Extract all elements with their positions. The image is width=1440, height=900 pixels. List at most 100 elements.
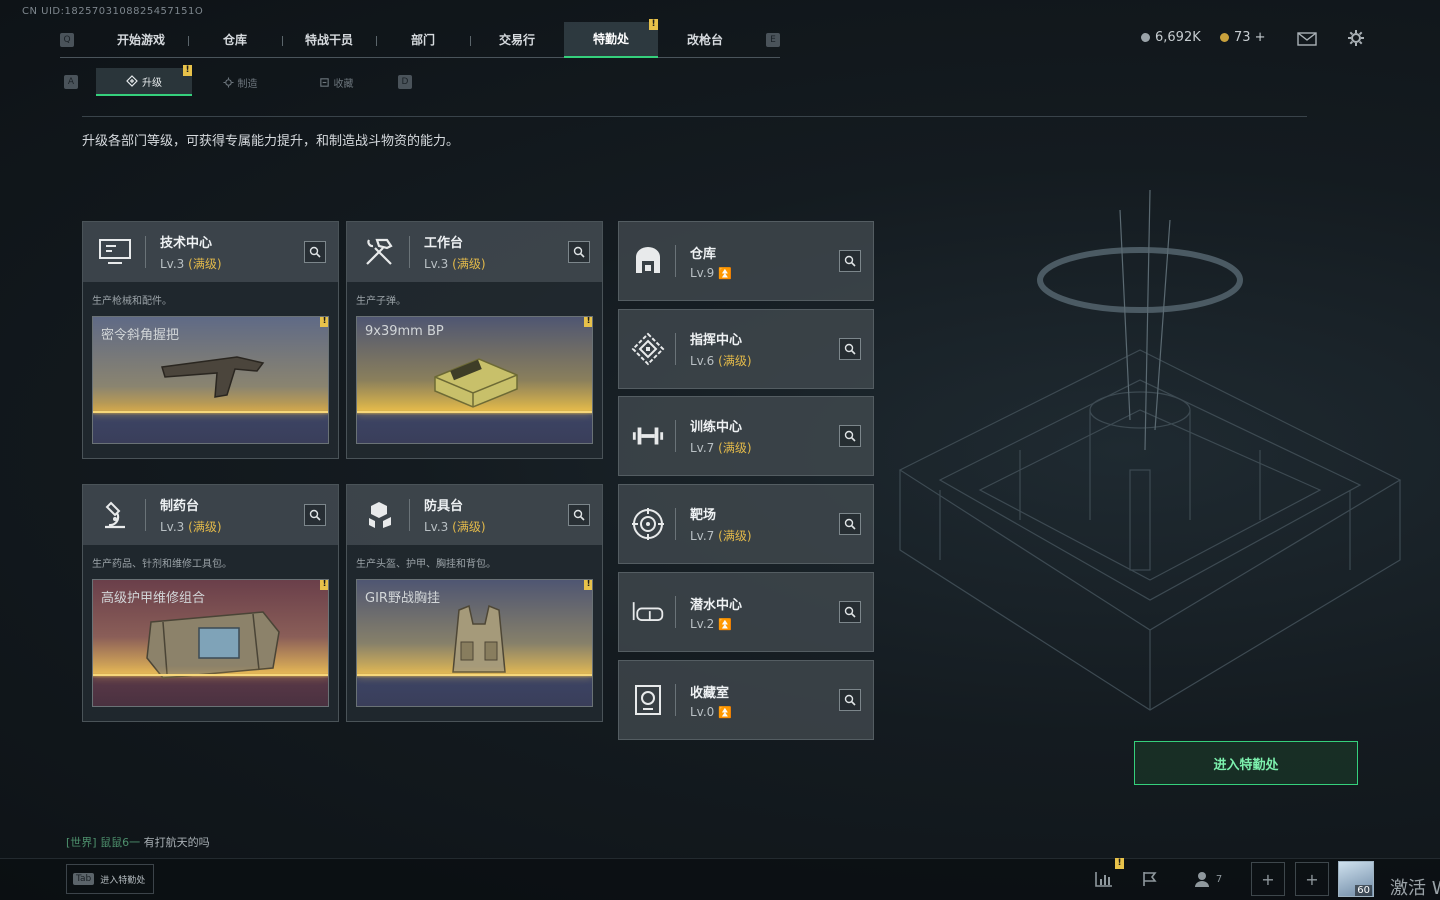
- tab-start-game[interactable]: 开始游戏: [94, 22, 188, 58]
- silver-coin-icon: [1141, 33, 1150, 42]
- card-header: 工作台 Lv.3 (满级): [347, 222, 602, 282]
- card-header: 技术中心 Lv.3 (满级): [83, 222, 338, 282]
- product-slot[interactable]: 高级护甲维修组合 !: [92, 579, 329, 707]
- inspect-button[interactable]: [568, 504, 590, 526]
- subtab-upgrade[interactable]: 升级 !: [96, 65, 192, 96]
- inspect-button[interactable]: [304, 241, 326, 263]
- diving-center-card[interactable]: 潜水中心 Lv.2 ⏫: [618, 572, 874, 652]
- ammo-box-image: [434, 358, 518, 408]
- search-icon: [844, 255, 856, 267]
- inspect-button[interactable]: [839, 250, 861, 272]
- search-icon: [309, 509, 321, 521]
- pharmacy-card[interactable]: 制药台 Lv.3 (满级) 生产药品、针剂和维修工具包。 高级护甲维修组合 !: [82, 484, 339, 722]
- upgrade-icon: [126, 75, 138, 87]
- armor-blocks-icon: [359, 495, 399, 535]
- alert-badge: !: [320, 317, 328, 327]
- building-level: Lv.7 (满级): [690, 529, 752, 543]
- warehouse-card[interactable]: 仓库 Lv.9 ⏫: [618, 221, 874, 301]
- tab-hint[interactable]: Tab 进入特勤处: [66, 864, 154, 894]
- alert-badge: !: [649, 18, 658, 30]
- uid-label: CN UID:1825703108825457151O: [22, 6, 204, 17]
- gold-coin-icon: [1220, 33, 1229, 42]
- gold-currency[interactable]: 73 +: [1220, 30, 1266, 45]
- building-name: 训练中心: [690, 420, 743, 435]
- inspect-button[interactable]: [839, 338, 861, 360]
- tab-warehouse[interactable]: 仓库: [188, 22, 282, 58]
- subtab-collect[interactable]: 收藏: [288, 68, 384, 96]
- product-slot[interactable]: 密令斜角握把 !: [92, 316, 329, 444]
- inspect-button[interactable]: [839, 513, 861, 535]
- sub-nav: A 升级 ! 制造 收藏 D: [64, 65, 412, 96]
- tab-special-ops[interactable]: 特勤处!: [564, 18, 658, 58]
- training-center-card[interactable]: 训练中心 Lv.7 (满级): [618, 396, 874, 476]
- nav-next-key[interactable]: E: [766, 32, 780, 47]
- workbench-card[interactable]: 工作台 Lv.3 (满级) 生产子弹。 9x39mm BP !: [346, 221, 603, 459]
- search-icon: [573, 509, 585, 521]
- building-level: Lv.3 (满级): [160, 257, 222, 271]
- inspect-button[interactable]: [304, 504, 326, 526]
- alert-badge: !: [584, 580, 592, 590]
- building-level: Lv.7 (满级): [690, 441, 752, 455]
- upgrade-available-icon: ⏫: [718, 266, 732, 280]
- search-icon: [844, 694, 856, 706]
- subtab-label: 收藏: [333, 78, 354, 90]
- stats-chart-icon[interactable]: !: [1084, 858, 1124, 896]
- armor-bench-card[interactable]: 防具台 Lv.3 (满级) 生产头盔、护甲、胸挂和背包。 GIR野战胸挂 !: [346, 484, 603, 722]
- tab-trade[interactable]: 交易行: [470, 22, 564, 58]
- intro-text: 升级各部门等级，可获得专属能力提升，和制造战斗物资的能力。: [82, 134, 460, 149]
- building-level: Lv.3 (满级): [424, 257, 486, 271]
- angled-grip-image: [161, 356, 265, 398]
- search-icon: [844, 606, 856, 618]
- add-slot-button-1[interactable]: +: [1251, 862, 1285, 896]
- tab-operators[interactable]: 特战干员: [282, 22, 376, 58]
- chat-channel: [世界]: [66, 836, 97, 849]
- subnav-next-key[interactable]: D: [398, 75, 412, 89]
- add-slot-button-2[interactable]: +: [1295, 862, 1329, 896]
- building-name: 靶场: [690, 508, 717, 523]
- inspect-button[interactable]: [839, 425, 861, 447]
- product-slot[interactable]: 9x39mm BP !: [356, 316, 593, 444]
- nav-prev-key[interactable]: Q: [60, 32, 74, 47]
- tab-label: 特勤处: [592, 32, 629, 46]
- command-center-card[interactable]: 指挥中心 Lv.6 (满级): [618, 309, 874, 389]
- inspect-button[interactable]: [839, 601, 861, 623]
- subtab-label: 制造: [237, 78, 258, 90]
- plus-icon: +: [1261, 869, 1275, 889]
- inspect-button[interactable]: [839, 689, 861, 711]
- friends-button[interactable]: 7: [1188, 862, 1228, 896]
- tab-department[interactable]: 部门: [376, 22, 470, 58]
- silver-currency[interactable]: 6,692K: [1141, 30, 1201, 45]
- alert-badge: !: [1115, 858, 1124, 869]
- mail-icon[interactable]: [1297, 31, 1317, 50]
- gold-amount: 73 +: [1234, 30, 1266, 45]
- player-level: 60: [1355, 885, 1372, 896]
- top-nav: Q 开始游戏 仓库 特战干员 部门 交易行 特勤处! 改枪台 E: [60, 18, 780, 58]
- tab-hint-label: 进入特勤处: [100, 875, 146, 886]
- plus-icon: +: [1305, 869, 1319, 889]
- enter-special-ops-button[interactable]: 进入特勤处: [1134, 741, 1358, 785]
- player-avatar[interactable]: 60: [1338, 861, 1374, 897]
- shooting-range-card[interactable]: 靶场 Lv.7 (满级): [618, 484, 874, 564]
- tab-label: 交易行: [498, 33, 535, 47]
- product-name: 9x39mm BP: [365, 324, 444, 339]
- chat-line[interactable]: [世界] 鼠鼠6一 有打航天的吗: [66, 834, 210, 850]
- settings-gear-icon[interactable]: [1347, 29, 1365, 51]
- building-name: 指挥中心: [690, 333, 743, 348]
- microscope-icon: [95, 495, 135, 535]
- subnav-prev-key[interactable]: A: [64, 75, 78, 89]
- product-slot[interactable]: GIR野战胸挂 !: [356, 579, 593, 707]
- collect-icon: [319, 77, 329, 87]
- chest-rig-image: [452, 604, 506, 673]
- building-name: 仓库: [690, 246, 717, 262]
- subtab-craft[interactable]: 制造: [192, 68, 288, 96]
- tab-gunsmith[interactable]: 改枪台: [658, 22, 752, 58]
- tech-center-card[interactable]: 技术中心 Lv.3 (满级) 生产枪械和配件。 密令斜角握把 !: [82, 221, 339, 459]
- friends-count: 7: [1215, 873, 1223, 885]
- inspect-button[interactable]: [568, 241, 590, 263]
- tab-key: Tab: [73, 873, 95, 885]
- building-level: Lv.9 ⏫: [690, 265, 732, 280]
- collection-room-card[interactable]: 收藏室 Lv.0 ⏫: [618, 660, 874, 740]
- flag-icon[interactable]: [1130, 862, 1170, 896]
- tab-label: 部门: [410, 33, 435, 47]
- chat-message: 有打航天的吗: [143, 836, 210, 849]
